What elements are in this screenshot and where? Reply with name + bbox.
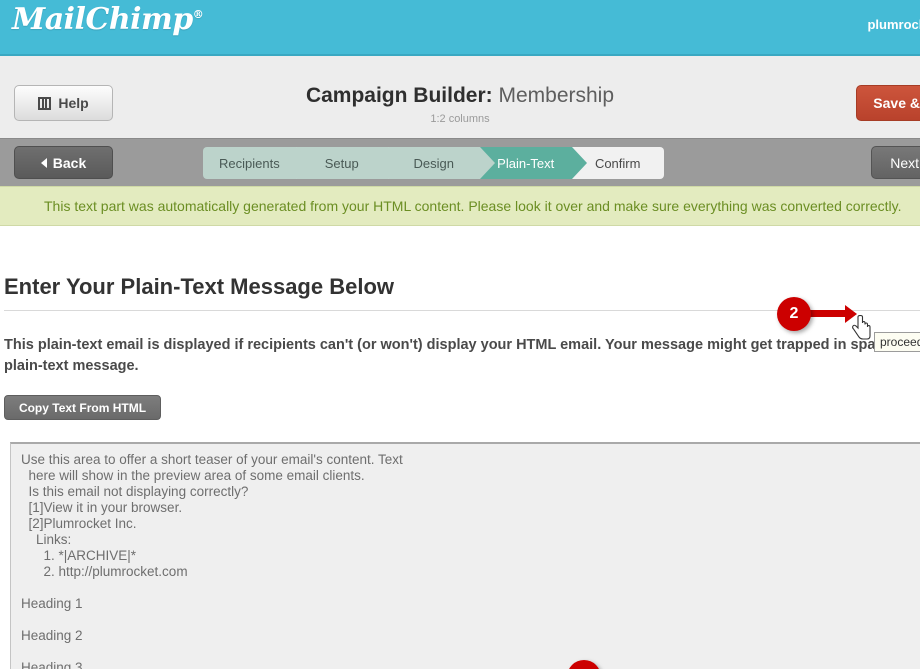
- back-button-label: Back: [52, 154, 87, 171]
- mailchimp-logo[interactable]: MailChimp®: [12, 2, 204, 37]
- step-label: Design: [413, 155, 454, 171]
- step-label: Confirm: [594, 155, 641, 171]
- step-chevron-icon: [295, 147, 311, 179]
- step-label: Setup: [324, 155, 359, 171]
- step-chevron-icon: [571, 147, 587, 179]
- back-button[interactable]: Back: [14, 146, 113, 179]
- step-navigation-bar: Back Recipients Setup Design Plain-Text …: [0, 138, 920, 352]
- next-button[interactable]: Next: [871, 146, 920, 179]
- chevron-left-icon: [40, 157, 47, 168]
- annotation-arrow-right: [810, 305, 857, 323]
- step-chevron-icon: [387, 147, 403, 179]
- title-strip: Help Campaign Builder: Membership 1:2 co…: [0, 56, 920, 138]
- campaign-steps: Recipients Setup Design Plain-Text Confi…: [203, 147, 664, 179]
- main-content: Enter Your Plain-Text Message Below This…: [0, 274, 920, 669]
- trademark-mark: ®: [192, 8, 204, 21]
- account-name[interactable]: plumrock: [867, 17, 920, 32]
- next-button-label: Next: [890, 154, 919, 171]
- copy-button-label: Copy Text From HTML: [18, 400, 147, 415]
- plain-text-textarea[interactable]: Use this area to offer a short teaser of…: [10, 442, 920, 669]
- auto-generated-notice: This text part was automatically generat…: [0, 186, 920, 226]
- section-title: Enter Your Plain-Text Message Below: [4, 274, 394, 299]
- step-label: Plain-Text: [497, 155, 555, 171]
- step-label: Recipients: [219, 155, 280, 171]
- page-title-name: Membership: [498, 84, 615, 107]
- annotation-badge-2: 2: [777, 297, 811, 331]
- annotation-badge-number: 2: [789, 305, 799, 322]
- page-title: Campaign Builder: Membership: [0, 84, 920, 108]
- page-subtitle: 1:2 columns: [430, 113, 490, 125]
- description-line-2: plain-text message.: [4, 358, 139, 374]
- description-line-1: This plain-text email is displayed if re…: [4, 337, 920, 353]
- next-button-tooltip: proceed t: [874, 332, 920, 352]
- copy-text-from-html-button[interactable]: Copy Text From HTML: [4, 395, 161, 420]
- hand-cursor-icon: [852, 315, 871, 340]
- step-chevron-icon: [479, 147, 495, 179]
- brand-bar: MailChimp® plumrock: [0, 0, 920, 56]
- page-title-prefix: Campaign Builder:: [305, 84, 493, 107]
- notice-text: This text part was automatically generat…: [44, 198, 902, 214]
- step-recipients[interactable]: Recipients: [203, 147, 311, 179]
- save-and-exit-label: Save & Ex: [873, 95, 920, 111]
- mailchimp-logo-text: MailChimp: [12, 2, 193, 37]
- plain-text-description: This plain-text email is displayed if re…: [4, 335, 920, 377]
- save-and-exit-button[interactable]: Save & Ex: [856, 85, 920, 121]
